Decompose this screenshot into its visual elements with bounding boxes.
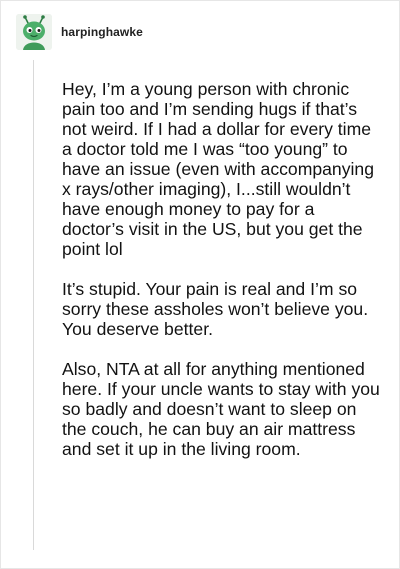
post-paragraph: Also, NTA at all for anything mentioned … (62, 359, 380, 459)
post-body: Hey, I’m a young person with chronic pai… (62, 79, 380, 459)
thread-line (33, 60, 34, 550)
avatar[interactable] (16, 14, 52, 50)
username[interactable]: harpinghawke (61, 25, 143, 39)
post-paragraph: It’s stupid. Your pain is real and I’m s… (62, 279, 369, 339)
green-creature-avatar-icon (16, 14, 52, 50)
post-paragraph: Hey, I’m a young person with chronic pai… (62, 79, 374, 259)
